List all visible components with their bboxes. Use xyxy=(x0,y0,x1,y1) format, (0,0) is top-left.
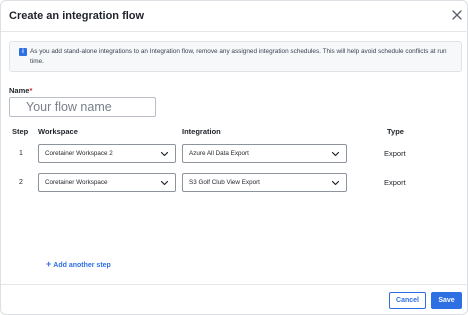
workspace-select[interactable]: Coretainer Workspace xyxy=(38,173,176,192)
name-label-text: Name xyxy=(9,86,30,95)
close-icon[interactable] xyxy=(450,8,464,22)
column-header-type: Type xyxy=(387,127,404,136)
info-banner: i As you add stand-alone integrations to… xyxy=(9,41,462,72)
integration-select[interactable]: S3 Golf Club View Export xyxy=(182,173,347,192)
plus-icon: + xyxy=(46,259,52,269)
dialog-title: Create an integration flow xyxy=(9,10,145,22)
header-divider xyxy=(1,31,468,32)
info-text: As you add stand-alone integrations to a… xyxy=(30,48,447,65)
workspace-select[interactable]: Coretainer Workspace 2 xyxy=(38,144,176,163)
create-integration-flow-dialog: Create an integration flow i As you add … xyxy=(0,0,468,315)
required-mark: * xyxy=(29,86,33,95)
chevron-down-icon xyxy=(160,151,169,157)
step-number: 2 xyxy=(19,179,23,186)
name-label: Name* xyxy=(9,86,32,95)
type-value: Export xyxy=(384,178,406,187)
column-header-step: Step xyxy=(12,127,29,136)
flow-name-input[interactable] xyxy=(9,97,156,117)
save-button[interactable]: Save xyxy=(431,292,462,309)
step-number: 1 xyxy=(19,150,23,157)
footer-divider xyxy=(1,284,468,285)
add-another-step-link[interactable]: + Add another step xyxy=(46,259,111,269)
workspace-select-value: Coretainer Workspace 2 xyxy=(45,150,113,157)
info-icon: i xyxy=(19,48,27,56)
chevron-down-icon xyxy=(331,180,340,186)
integration-select-value: S3 Golf Club View Export xyxy=(189,179,260,186)
chevron-down-icon xyxy=(160,180,169,186)
type-value: Export xyxy=(384,149,406,158)
chevron-down-icon xyxy=(331,151,340,157)
integration-select-value: Azure All Data Export xyxy=(189,150,249,157)
workspace-select-value: Coretainer Workspace xyxy=(45,179,108,186)
add-another-step-label: Add another step xyxy=(53,262,111,269)
integration-select[interactable]: Azure All Data Export xyxy=(182,144,347,163)
cancel-button[interactable]: Cancel xyxy=(389,292,426,309)
column-header-workspace: Workspace xyxy=(38,127,78,136)
column-header-integration: Integration xyxy=(182,127,221,136)
